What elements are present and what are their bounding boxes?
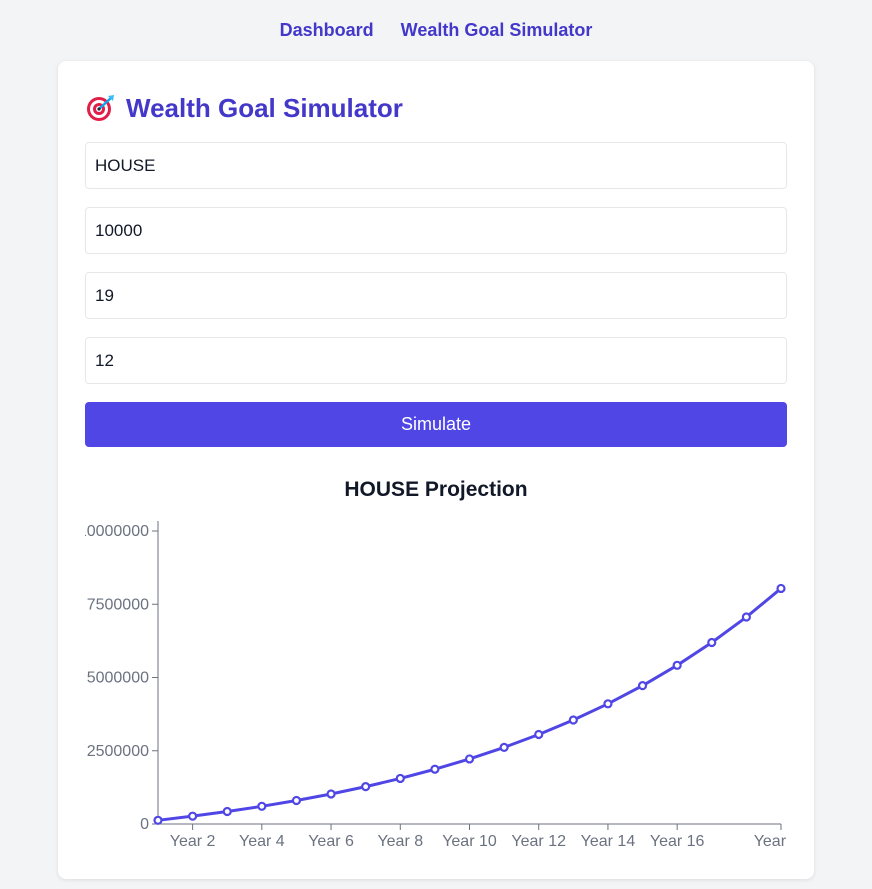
data-point [395, 773, 405, 784]
x-tick-label: Year 12 [511, 833, 566, 850]
y-tick-label: 10000000 [85, 523, 149, 540]
x-tick-label: Year 19 [754, 833, 787, 850]
data-point [188, 811, 198, 821]
data-point [534, 729, 544, 740]
target-icon [87, 95, 114, 121]
data-point [568, 715, 578, 725]
y-tick-label: 7500000 [87, 596, 149, 613]
series-line [157, 587, 782, 822]
nav-link-dashboard[interactable]: Dashboard [280, 18, 374, 42]
y-tick-label: 5000000 [87, 670, 149, 687]
data-point [326, 789, 336, 799]
data-point [361, 782, 371, 792]
projection-chart: 0 2500000 5000000 7500000 10000000 Year 2 Year… [85, 511, 787, 856]
data-point [257, 801, 267, 811]
x-tick-label: Year 8 [377, 833, 423, 850]
nav-link-wealth-goal-simulator[interactable]: Wealth Goal Simulator [401, 18, 593, 42]
simulate-button[interactable]: Simulate [85, 402, 787, 447]
chart-title: HOUSE Projection [344, 478, 528, 501]
page-title: Wealth Goal Simulator [126, 93, 403, 123]
x-tick-label: Year 2 [170, 833, 216, 850]
data-point [153, 815, 163, 825]
y-tick-label: 2500000 [87, 743, 149, 760]
data-point [776, 583, 786, 594]
projection-chart-svg: 0 2500000 5000000 7500000 10000000 Year 2 Year… [85, 521, 787, 850]
data-point [291, 795, 302, 806]
title-row: Wealth Goal Simulator [86, 91, 403, 125]
data-point [464, 754, 475, 764]
data-point [637, 681, 648, 691]
x-tick-label: Year 16 [650, 833, 705, 850]
simulator-card: Wealth Goal Simulator Simulate HOUSE Pro… [58, 61, 814, 879]
x-tick-label: Year 10 [442, 833, 497, 850]
x-tick-label: Year 14 [581, 833, 636, 850]
goal-name-input[interactable] [85, 142, 787, 189]
x-tick-label: Year 4 [239, 833, 285, 850]
data-point [672, 660, 682, 670]
data-point [603, 699, 613, 709]
amount-input[interactable] [85, 207, 787, 254]
top-nav: Dashboard Wealth Goal Simulator [0, 18, 872, 42]
y-tick-label: 0 [140, 816, 149, 833]
data-point [222, 806, 232, 817]
data-point [707, 637, 717, 648]
data-point [741, 612, 751, 622]
rate-input[interactable] [85, 337, 787, 384]
years-input[interactable] [85, 272, 787, 319]
x-tick-label: Year 6 [308, 833, 354, 850]
data-point [430, 764, 440, 774]
data-point [499, 742, 509, 753]
